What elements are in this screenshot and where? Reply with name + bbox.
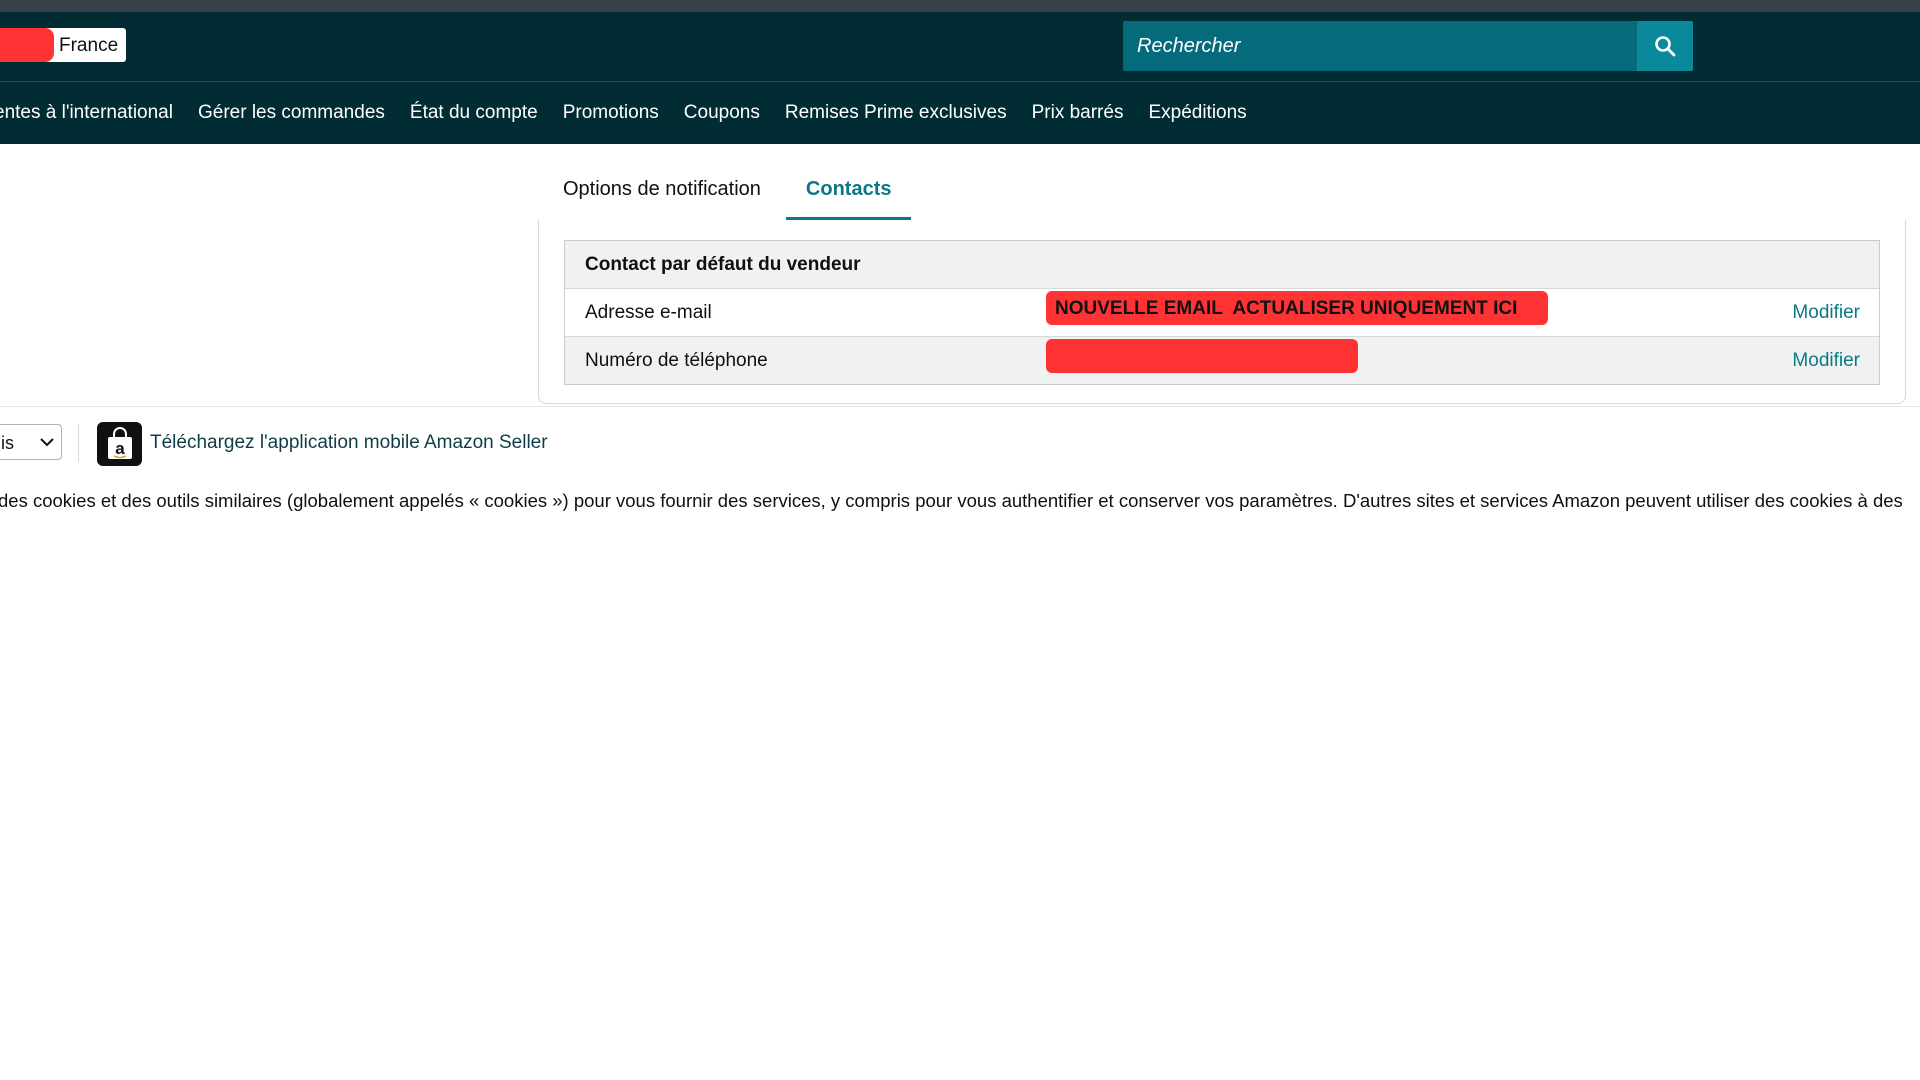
marketplace-label: France: [59, 35, 119, 56]
search-icon: [1655, 36, 1676, 57]
nav-item-orders[interactable]: Gérer les commandes: [198, 102, 385, 124]
main-nav: entes à l'international Gérer les comman…: [0, 82, 1920, 144]
table-row-phone: Numéro de téléphone Modifier: [565, 337, 1879, 384]
svg-text:a: a: [115, 439, 125, 458]
header: France entes à l'international Gérer les…: [0, 12, 1920, 144]
tab-notification-options[interactable]: Options de notification: [543, 168, 781, 220]
amazon-app-icon[interactable]: a: [97, 422, 142, 466]
settings-tabs: Options de notification Contacts: [543, 168, 912, 220]
email-overlay-text: NOUVELLE EMAIL ACTUALISER UNIQUEMENT ICI: [1055, 298, 1518, 319]
cookie-notice: des cookies et des outils similaires (gl…: [0, 490, 1903, 511]
footer-vertical-divider: [78, 424, 79, 462]
phone-redaction-overlay: [1046, 339, 1358, 373]
tab-contacts[interactable]: Contacts: [785, 168, 912, 220]
search-bar: [1123, 21, 1693, 71]
nav-item-promotions[interactable]: Promotions: [563, 102, 659, 124]
nav-item-coupons[interactable]: Coupons: [684, 102, 760, 124]
nav-item-shipments[interactable]: Expéditions: [1148, 102, 1246, 124]
modify-phone-link[interactable]: Modifier: [1792, 350, 1860, 372]
marketplace-switcher[interactable]: France: [0, 28, 126, 62]
browser-top-strip: [0, 0, 1920, 12]
footer-divider: [0, 406, 1920, 407]
email-redaction-overlay: NOUVELLE EMAIL ACTUALISER UNIQUEMENT ICI: [1046, 291, 1548, 325]
nav-item-account-health[interactable]: État du compte: [410, 102, 538, 124]
modify-email-link[interactable]: Modifier: [1792, 302, 1860, 324]
header-top-row: France: [0, 12, 1920, 82]
search-button[interactable]: [1637, 21, 1693, 71]
table-header-row: Contact par défaut du vendeur: [565, 241, 1879, 289]
nav-item-prime-discounts[interactable]: Remises Prime exclusives: [785, 102, 1007, 124]
phone-label: Numéro de téléphone: [585, 350, 768, 371]
email-label: Adresse e-mail: [585, 302, 712, 323]
nav-item-international[interactable]: entes à l'international: [0, 102, 173, 124]
nav-item-strike-prices[interactable]: Prix barrés: [1032, 102, 1124, 124]
search-input[interactable]: [1123, 21, 1637, 71]
table-row-email: Adresse e-mail NOUVELLE EMAIL ACTUALISER…: [565, 289, 1879, 337]
contact-table: Contact par défaut du vendeur Adresse e-…: [564, 240, 1880, 385]
download-app-link[interactable]: Téléchargez l'application mobile Amazon …: [150, 432, 548, 454]
chevron-down-icon: [40, 438, 54, 447]
shopping-bag-icon: a: [107, 427, 132, 459]
language-select[interactable]: is: [0, 424, 62, 460]
redacted-store-name: [0, 28, 54, 62]
language-value: is: [1, 433, 14, 453]
contact-heading: Contact par défaut du vendeur: [585, 254, 861, 275]
